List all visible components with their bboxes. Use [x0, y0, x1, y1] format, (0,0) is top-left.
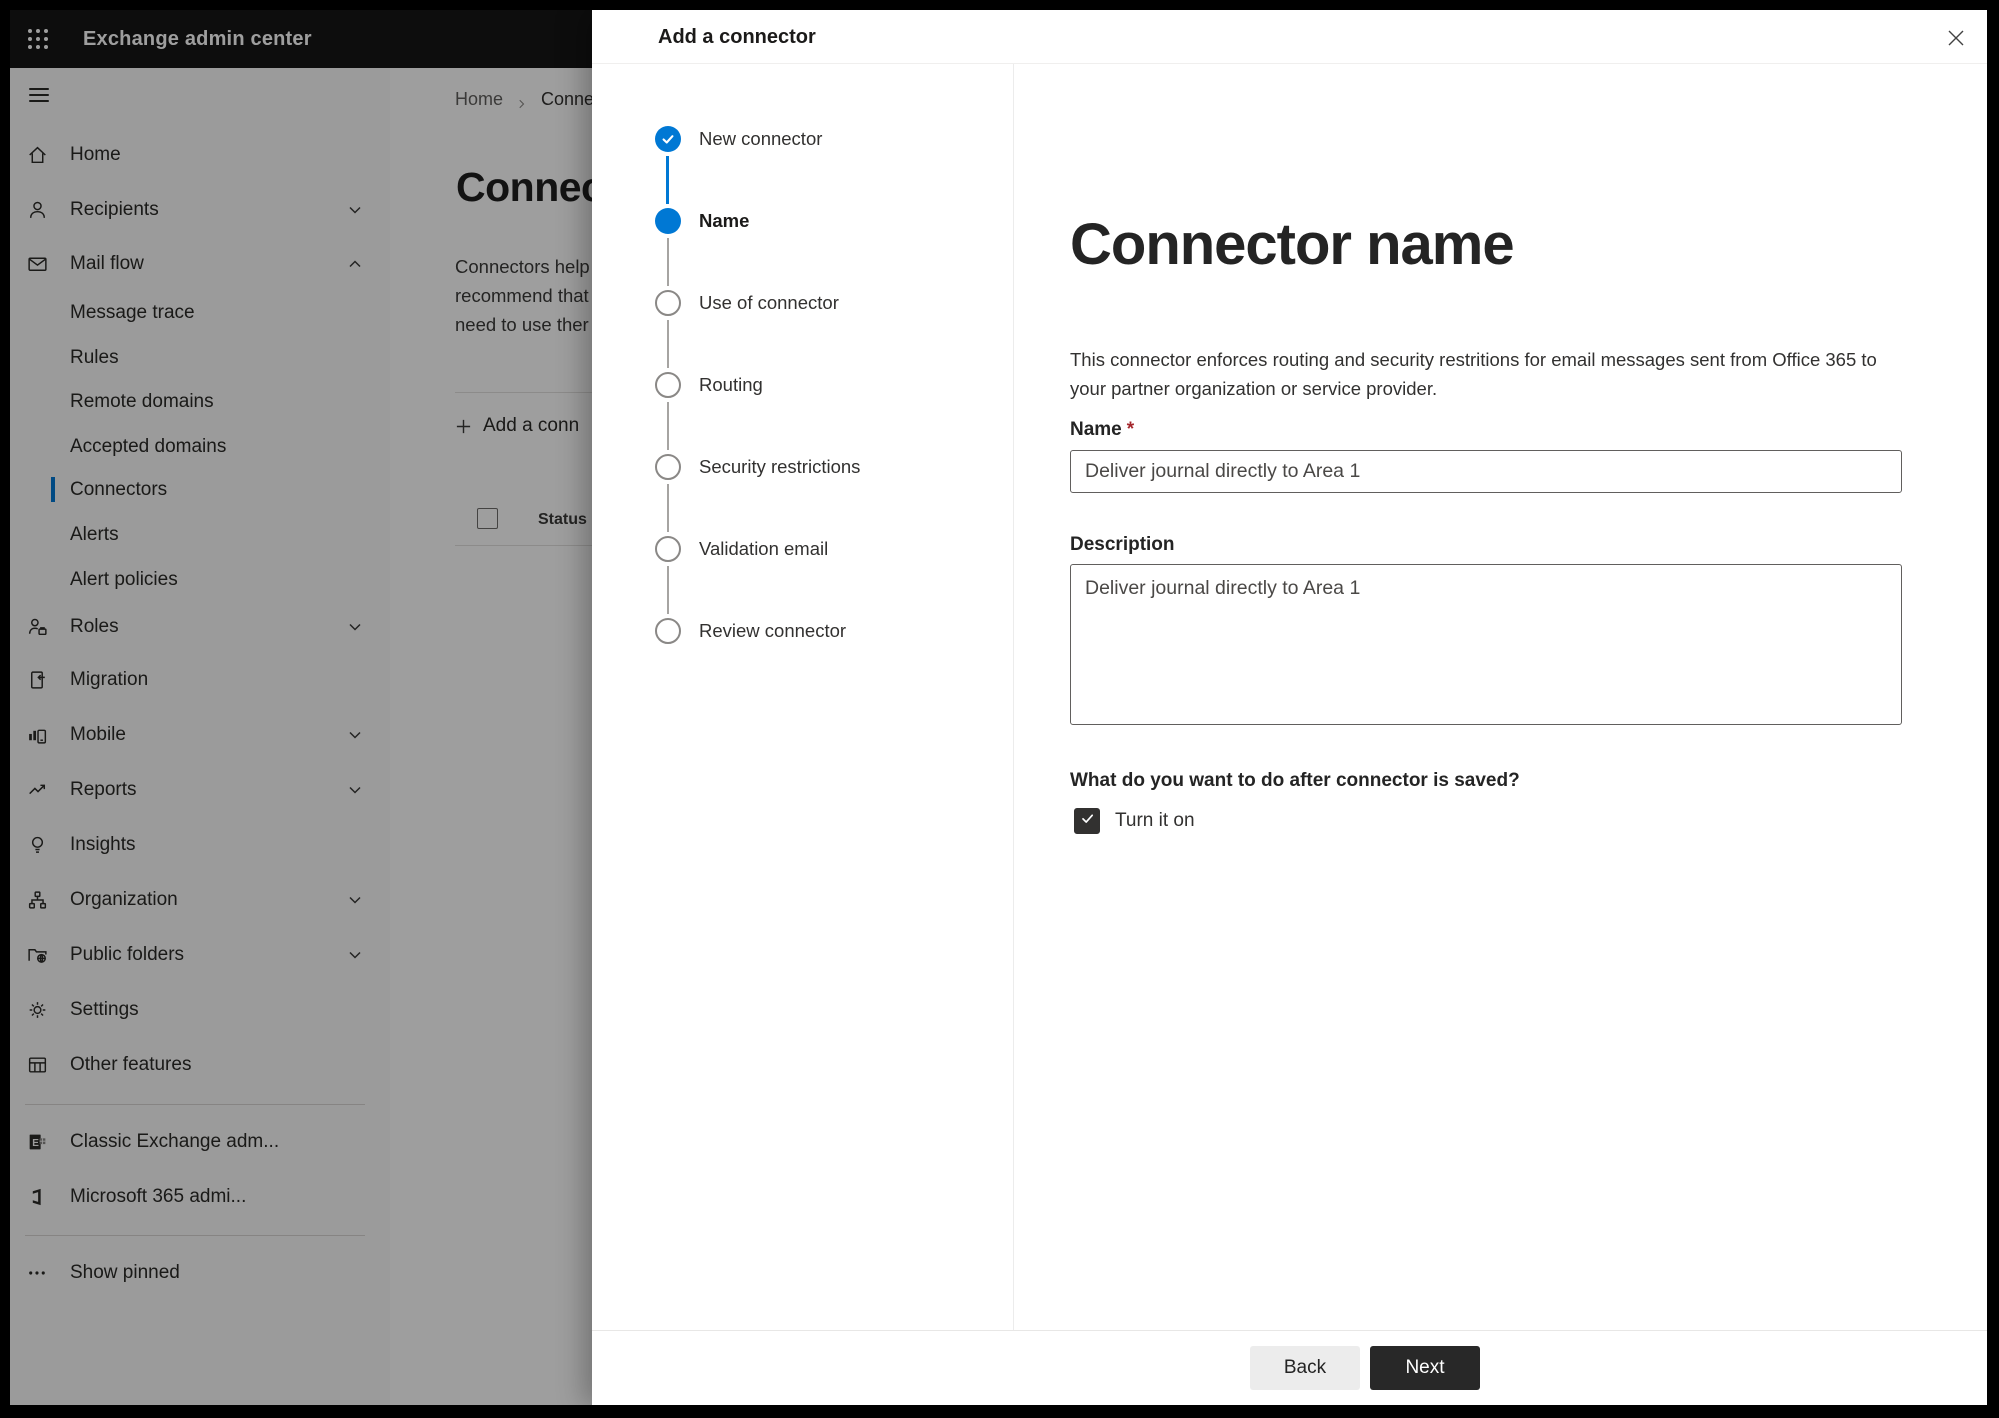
turn-on-label: Turn it on [1115, 810, 1195, 831]
dialog-header: Add a connector [592, 10, 1987, 64]
next-button[interactable]: Next [1370, 1346, 1480, 1390]
app-window: Exchange admin center Home Recipients Ma… [10, 10, 1987, 1405]
step-circle [655, 372, 681, 398]
wizard-steps: New connector Name Use of connector Rout… [592, 64, 1014, 1330]
step-circle [655, 290, 681, 316]
wizard-step-routing[interactable]: Routing [592, 372, 1013, 398]
step-connector-line [666, 156, 669, 204]
dialog-body: New connector Name Use of connector Rout… [592, 64, 1987, 1330]
back-button[interactable]: Back [1250, 1346, 1360, 1390]
name-field-label: Name * [1070, 419, 1135, 440]
step-circle [655, 536, 681, 562]
checkmark-icon [1080, 811, 1095, 831]
step-current-circle [655, 208, 681, 234]
turn-on-checkbox[interactable] [1074, 808, 1100, 834]
description-textarea[interactable]: Deliver journal directly to Area 1 [1070, 564, 1902, 725]
name-input[interactable] [1070, 450, 1902, 493]
step-connector-line [667, 238, 669, 286]
step-done-circle [655, 126, 681, 152]
step-connector-line [667, 566, 669, 614]
turn-on-checkbox-row[interactable]: Turn it on [1074, 808, 1195, 834]
sheet-heading: Connector name [1070, 211, 1515, 277]
step-connector-line [667, 320, 669, 368]
dialog-main-content: Connector name This connector enforces r… [1014, 64, 1987, 1330]
step-circle [655, 618, 681, 644]
step-connector-line [667, 402, 669, 450]
wizard-step-review-connector[interactable]: Review connector [592, 618, 1013, 644]
wizard-step-name[interactable]: Name [592, 208, 1013, 234]
close-button[interactable] [1941, 23, 1971, 53]
dialog-title: Add a connector [658, 26, 816, 48]
wizard-step-use-of-connector[interactable]: Use of connector [592, 290, 1013, 316]
step-label: Use of connector [699, 292, 839, 313]
step-label: Security restrictions [699, 456, 861, 477]
step-label: Validation email [699, 538, 829, 559]
wizard-step-security-restrictions[interactable]: Security restrictions [592, 454, 1013, 480]
step-label: New connector [699, 128, 823, 149]
required-asterisk: * [1126, 419, 1135, 440]
close-icon [1946, 30, 1966, 51]
after-save-question: What do you want to do after connector i… [1070, 770, 1520, 791]
add-connector-dialog: Add a connector New connector Name Use o… [592, 10, 1987, 1405]
step-label: Review connector [699, 620, 847, 641]
sheet-description: This connector enforces routing and secu… [1070, 348, 1877, 399]
step-connector-line [667, 484, 669, 532]
wizard-step-new-connector[interactable]: New connector [592, 126, 1013, 152]
step-label: Routing [699, 374, 763, 395]
wizard-step-validation-email[interactable]: Validation email [592, 536, 1013, 562]
dialog-footer: Back Next [592, 1330, 1987, 1405]
step-label: Name [699, 210, 750, 231]
step-circle [655, 454, 681, 480]
description-field-label: Description [1070, 534, 1175, 555]
